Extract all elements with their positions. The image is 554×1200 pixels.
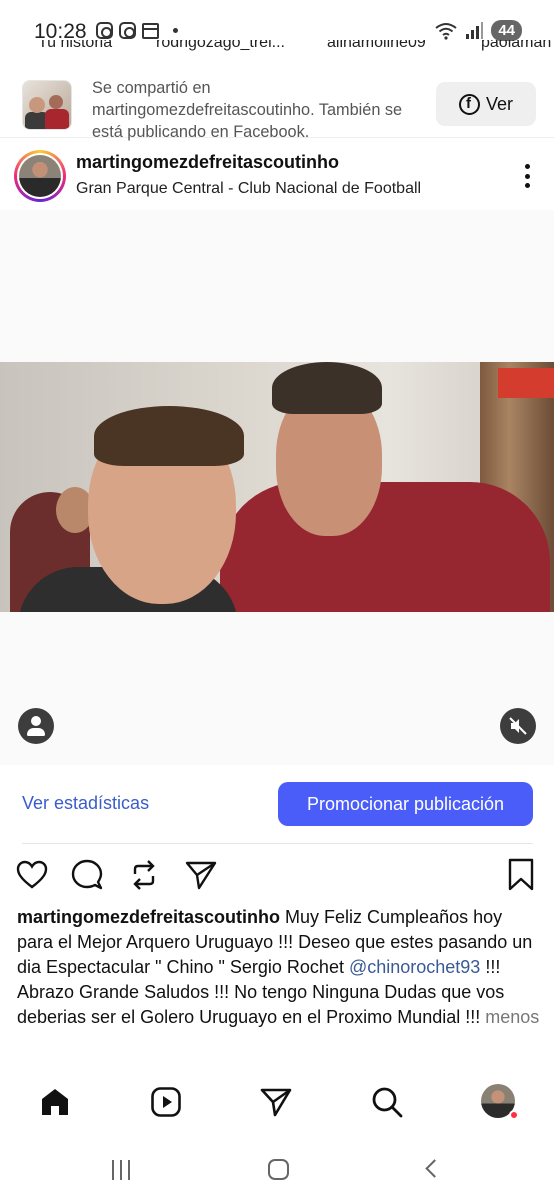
comment-icon[interactable] xyxy=(70,858,104,892)
story-label[interactable]: alinamoline09 xyxy=(327,40,426,52)
direct-messages-icon[interactable] xyxy=(260,1086,292,1118)
stories-strip[interactable]: Tu historia rodrigozago_trei... alinamol… xyxy=(0,40,554,60)
promote-post-button[interactable]: Promocionar publicación xyxy=(278,782,533,826)
like-heart-icon[interactable] xyxy=(15,858,49,892)
post-actions xyxy=(0,858,554,894)
shared-to-facebook-banner: Se compartió en martingomezdefreitascout… xyxy=(0,72,554,141)
story-label[interactable]: Tu historia xyxy=(38,40,112,52)
more-options-icon[interactable] xyxy=(524,164,530,188)
more-notifications-dot-icon xyxy=(173,28,178,33)
audio-muted-icon[interactable] xyxy=(500,708,536,744)
back-icon[interactable] xyxy=(425,1159,444,1178)
bottom-navigation xyxy=(0,1072,554,1134)
instagram-notification-icon xyxy=(119,22,136,39)
show-less-link[interactable]: menos xyxy=(485,1007,539,1027)
post-location[interactable]: Gran Parque Central - Club Nacional de F… xyxy=(76,180,421,198)
status-right: 44 xyxy=(435,20,522,41)
user-tags-icon[interactable] xyxy=(18,708,54,744)
post-header: martingomezdefreitascoutinho Gran Parque… xyxy=(0,140,554,210)
notification-icons xyxy=(96,22,178,39)
battery-indicator: 44 xyxy=(491,20,522,41)
caption-mention[interactable]: @chinorochet93 xyxy=(349,957,480,977)
system-navigation xyxy=(0,1138,554,1200)
shared-banner-text: Se compartió en martingomezdefreitascout… xyxy=(92,79,403,141)
author-avatar[interactable] xyxy=(14,150,66,202)
search-icon[interactable] xyxy=(371,1086,403,1118)
story-label[interactable]: rodrigozago_trei... xyxy=(156,40,285,52)
view-button-label: Ver xyxy=(485,93,514,114)
caption-username[interactable]: martingomezdefreitascoutinho xyxy=(17,907,280,927)
wifi-icon xyxy=(435,22,457,40)
post-media[interactable] xyxy=(0,210,554,765)
post-caption: martingomezdefreitascoutinho Muy Feliz C… xyxy=(17,905,542,1030)
divider xyxy=(22,843,533,844)
notification-dot-icon xyxy=(509,1110,519,1120)
post-username[interactable]: martingomezdefreitascoutinho xyxy=(76,152,339,173)
recent-apps-icon[interactable] xyxy=(112,1160,130,1180)
post-photo[interactable] xyxy=(0,362,554,612)
save-bookmark-icon[interactable] xyxy=(504,858,538,892)
view-insights-link[interactable]: Ver estadísticas xyxy=(22,793,149,814)
view-on-facebook-button[interactable]: f Ver xyxy=(436,82,536,126)
reels-icon[interactable] xyxy=(150,1086,182,1118)
home-button-icon[interactable] xyxy=(268,1159,289,1180)
instagram-notification-icon xyxy=(96,22,113,39)
signal-icon xyxy=(466,21,484,39)
calendar-notification-icon xyxy=(142,22,159,39)
share-send-icon[interactable] xyxy=(184,858,218,892)
facebook-icon: f xyxy=(458,93,480,115)
repost-icon[interactable] xyxy=(127,858,161,892)
story-label[interactable]: paolaman xyxy=(481,40,551,52)
post-thumbnail xyxy=(22,80,72,130)
home-icon[interactable] xyxy=(39,1086,71,1118)
